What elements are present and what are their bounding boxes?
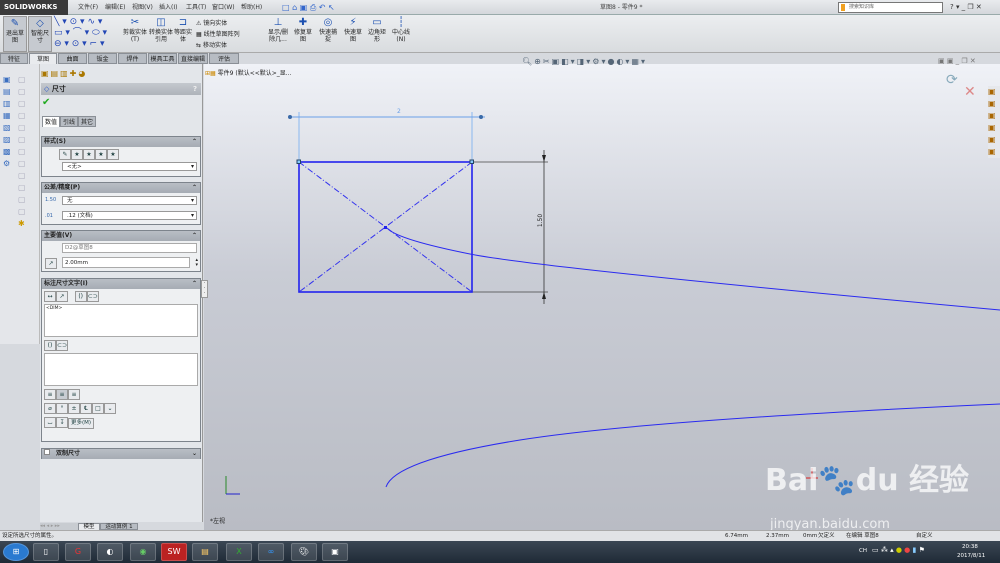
status-definition: 欠定义 <box>818 533 835 539</box>
status-hint: 设定所选尺寸的属性。 <box>2 533 58 539</box>
taskbar-app-green[interactable]: ◉ <box>130 543 156 561</box>
width-dimension-label[interactable]: 2 <box>397 108 401 115</box>
tray-icons[interactable]: ▭ ⁂ ▴ ● ● ▮ ⚑ <box>872 546 925 554</box>
height-dimension-label[interactable]: 1.50 <box>537 214 544 227</box>
view-orientation-label: *左视 <box>210 518 226 525</box>
status-z: 0mm <box>803 533 818 539</box>
start-button[interactable]: ⊞ <box>3 543 29 561</box>
status-bar: 设定所选尺寸的属性。 6.74mm 2.37mm 0mm 欠定义 在编辑 草图8… <box>0 530 1000 541</box>
status-units[interactable]: 自定义 <box>916 531 933 541</box>
clock-date[interactable]: 2017/8/11 <box>957 553 985 559</box>
clock-time[interactable]: 20:38 <box>962 544 978 550</box>
taskbar-excel[interactable]: X <box>226 543 252 561</box>
taskbar-baidu-cloud[interactable]: ∞ <box>258 543 284 561</box>
rectangle-sketch[interactable] <box>296 159 474 293</box>
taskbar-solidworks[interactable]: SW <box>161 543 187 561</box>
triad-axis-icon <box>225 468 818 495</box>
status-x: 6.74mm <box>725 533 748 539</box>
taskbar-explorer[interactable]: ▤ <box>192 543 218 561</box>
spline-curve-upper[interactable] <box>387 228 1000 311</box>
taskbar-paint[interactable]: 🎨︎ <box>291 543 317 561</box>
taskbar-app-blue[interactable]: ◐ <box>97 543 123 561</box>
taskbar-notepad[interactable]: ▯ <box>33 543 59 561</box>
language-indicator[interactable]: CH <box>859 548 867 554</box>
horizontal-dimension[interactable] <box>288 112 485 162</box>
status-y: 2.37mm <box>766 533 789 539</box>
taskbar-photo[interactable]: ▣ <box>322 543 348 561</box>
taskbar-app-red[interactable]: G <box>65 543 91 561</box>
baidu-watermark: Bai🐾du 经验 <box>765 463 970 498</box>
status-editing: 在编辑 草图8 <box>846 533 879 539</box>
